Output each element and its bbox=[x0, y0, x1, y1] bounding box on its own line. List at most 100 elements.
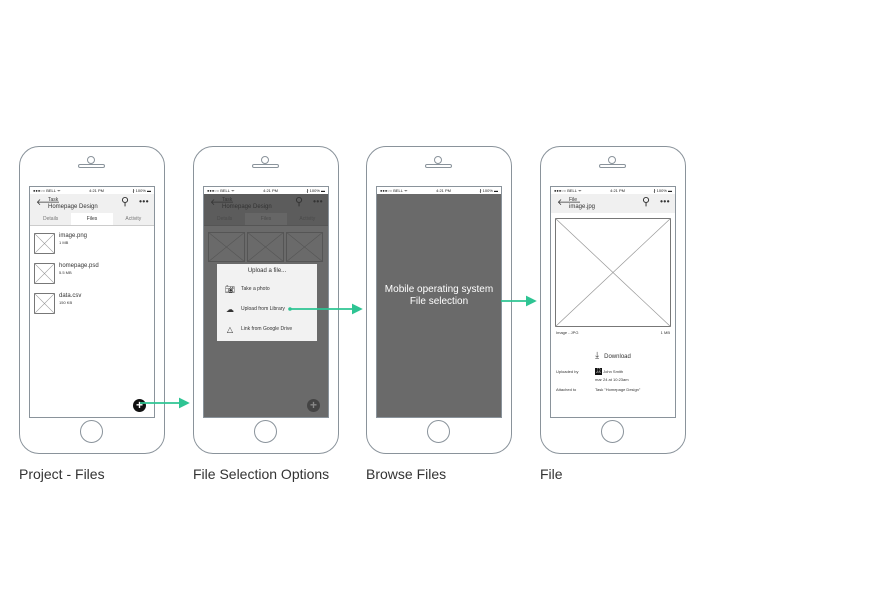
phone-browse-files: ●●●○○ BELL ᯤ 4:21 PM ∦ 100% ▬ Mobile ope… bbox=[366, 146, 512, 454]
home-button bbox=[80, 420, 103, 443]
tab-details[interactable]: Details bbox=[30, 213, 72, 225]
carrier: ●●●○○ BELL ᯤ bbox=[207, 187, 235, 193]
camera-dot bbox=[608, 156, 616, 164]
upload-date: mar 24 at 10:23am bbox=[595, 377, 629, 382]
dimmed-thumbnails bbox=[208, 232, 324, 262]
status-bar: ●●●○○ BELL ᯤ 4:21 PM ∦ 100% ▬ bbox=[551, 187, 675, 194]
battery: ∦ 100% ▬ bbox=[653, 188, 672, 193]
more-icon[interactable]: ••• bbox=[139, 196, 149, 208]
page-title: Homepage Design bbox=[48, 204, 98, 210]
option-label: Upload from Library bbox=[241, 306, 285, 312]
tab-activity[interactable]: Activity bbox=[112, 213, 154, 225]
app-header: 🡐 File image.jpg ⚲ ••• bbox=[551, 194, 675, 213]
add-file-button: + bbox=[307, 399, 320, 412]
option-label: Take a photo bbox=[241, 286, 270, 292]
file-item[interactable]: image.png 1 MB bbox=[30, 226, 154, 256]
file-size: 5.5 MB bbox=[59, 270, 72, 275]
google-drive-icon: △ bbox=[226, 324, 234, 334]
home-button bbox=[427, 420, 450, 443]
screen-file-selection: ●●●○○ BELL ᯤ 4:21 PM ∦ 100% ▬ 🡐 Task Hom… bbox=[203, 186, 329, 418]
clock: 4:21 PM bbox=[89, 188, 105, 193]
os-text-line: Mobile operating system bbox=[384, 284, 494, 295]
download-icon: ⤓ bbox=[595, 350, 600, 360]
screen-file-detail: ●●●○○ BELL ᯤ 4:21 PM ∦ 100% ▬ 🡐 File ima… bbox=[550, 186, 676, 418]
file-name: data.csv bbox=[59, 293, 82, 299]
battery: ∦ 100% ▬ bbox=[479, 188, 498, 193]
search-icon[interactable]: ⚲ bbox=[121, 196, 129, 208]
camera-dot bbox=[261, 156, 269, 164]
more-icon: ••• bbox=[313, 197, 323, 206]
app-header: 🡐 Task Homepage Design ⚲ ••• bbox=[204, 194, 328, 213]
status-bar: ●●●○○ BELL ᯤ 4:21 PM ∦ 100% ▬ bbox=[30, 187, 154, 194]
carrier: ●●●○○ BELL ᯤ bbox=[380, 187, 408, 193]
image-preview bbox=[555, 218, 671, 327]
phone-file-detail: ●●●○○ BELL ᯤ 4:21 PM ∦ 100% ▬ 🡐 File ima… bbox=[540, 146, 686, 454]
clock: 4:21 PM bbox=[263, 188, 279, 193]
header-title: Task Homepage Design bbox=[48, 197, 98, 211]
option-label: Link from Google Drive bbox=[241, 326, 293, 332]
camera-icon: 📷︎ bbox=[224, 284, 236, 294]
carrier: ●●●○○ BELL ᯤ bbox=[33, 187, 61, 193]
speaker-slot bbox=[599, 164, 626, 168]
os-text-line: File selection bbox=[409, 296, 469, 307]
caption-project-files: Project - Files bbox=[19, 466, 105, 482]
file-item[interactable]: data.csv 150 KB bbox=[30, 286, 154, 316]
page-title: image.jpg bbox=[569, 204, 596, 210]
os-file-selection-text: Mobile operating system File selection bbox=[377, 284, 501, 308]
file-name: homepage.psd bbox=[59, 263, 99, 269]
camera-dot bbox=[434, 156, 442, 164]
speaker-slot bbox=[78, 164, 105, 168]
caption-browse-files: Browse Files bbox=[366, 466, 447, 482]
header-subtitle: Task bbox=[48, 197, 59, 203]
phone-project-files: ●●●○○ BELL ᯤ 4:21 PM ∦ 100% ▬ 🡐 Task Hom… bbox=[19, 146, 165, 454]
more-icon[interactable]: ••• bbox=[660, 196, 670, 208]
header-title: Task Homepage Design bbox=[222, 197, 272, 211]
file-meta: Image - JPG 1 MB bbox=[551, 327, 675, 338]
phone-file-selection: ●●●○○ BELL ᯤ 4:21 PM ∦ 100% ▬ 🡐 Task Hom… bbox=[193, 146, 339, 454]
home-button bbox=[601, 420, 624, 443]
tab-activity: Activity bbox=[286, 213, 328, 225]
popup-title: Upload a file... bbox=[247, 268, 287, 274]
file-thumbnail-icon bbox=[34, 233, 55, 254]
app-header: 🡐 Task Homepage Design ⚲ ••• bbox=[30, 194, 154, 213]
option-take-photo[interactable]: 📷︎ Take a photo bbox=[217, 279, 317, 299]
camera-dot bbox=[87, 156, 95, 164]
avatar: 👤︎ bbox=[595, 368, 602, 376]
status-bar: ●●●○○ BELL ᯤ 4:21 PM ∦ 100% ▬ bbox=[377, 187, 501, 194]
file-item[interactable]: homepage.psd 5.5 MB bbox=[30, 256, 154, 286]
header-subtitle: File bbox=[569, 197, 578, 203]
tab-details: Details bbox=[204, 213, 246, 225]
download-label: Download bbox=[604, 354, 631, 360]
carrier: ●●●○○ BELL ᯤ bbox=[554, 187, 582, 193]
attached-to-label: Attached to bbox=[556, 387, 577, 392]
speaker-slot bbox=[252, 164, 279, 168]
file-size: 1 MB bbox=[59, 240, 69, 245]
status-bar: ●●●○○ BELL ᯤ 4:21 PM ∦ 100% ▬ bbox=[204, 187, 328, 194]
screen-project-files: ●●●○○ BELL ᯤ 4:21 PM ∦ 100% ▬ 🡐 Task Hom… bbox=[29, 186, 155, 418]
battery: ∦ 100% ▬ bbox=[132, 188, 151, 193]
file-thumbnail-icon bbox=[34, 293, 55, 314]
header-subtitle: Task bbox=[222, 197, 233, 203]
download-button[interactable]: ⤓ Download bbox=[551, 348, 675, 362]
speaker-slot bbox=[425, 164, 452, 168]
option-upload-library[interactable]: ☁ Upload from Library bbox=[217, 299, 317, 319]
file-thumbnail-icon bbox=[34, 263, 55, 284]
tab-bar: Details Files Activity bbox=[204, 213, 328, 226]
uploader-name[interactable]: John Smith bbox=[603, 369, 623, 374]
file-size: 150 KB bbox=[59, 300, 73, 305]
file-type: Image - JPG bbox=[556, 330, 579, 335]
tab-files[interactable]: Files bbox=[71, 213, 113, 225]
page-title: Homepage Design bbox=[222, 204, 272, 210]
attached-task[interactable]: Task "Homepage Design" bbox=[595, 386, 640, 394]
cloud-upload-icon: ☁ bbox=[226, 304, 234, 314]
clock: 4:21 PM bbox=[436, 188, 452, 193]
search-icon[interactable]: ⚲ bbox=[642, 196, 650, 208]
tab-bar: Details Files Activity bbox=[30, 213, 154, 226]
add-file-button[interactable]: + bbox=[133, 399, 146, 412]
option-google-drive[interactable]: △ Link from Google Drive bbox=[217, 319, 317, 339]
screen-browse-files: ●●●○○ BELL ᯤ 4:21 PM ∦ 100% ▬ Mobile ope… bbox=[376, 186, 502, 418]
caption-file-selection: File Selection Options bbox=[193, 466, 330, 482]
file-name: image.png bbox=[59, 233, 88, 239]
search-icon: ⚲ bbox=[294, 196, 303, 208]
clock: 4:21 PM bbox=[610, 188, 626, 193]
